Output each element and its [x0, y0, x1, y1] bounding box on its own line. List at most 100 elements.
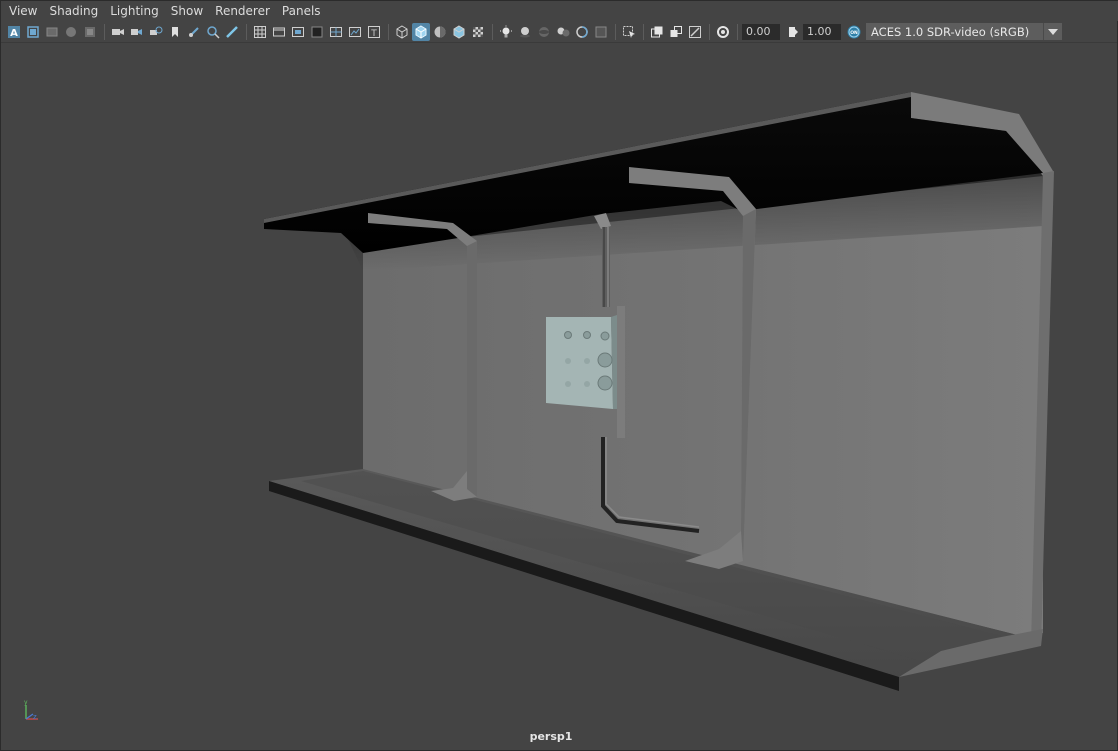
bookmark-button[interactable]	[166, 23, 184, 41]
xray-button[interactable]	[648, 23, 666, 41]
textured-icon	[471, 25, 485, 39]
panel-toolbar: A T 0.00 1.00 ON ACES 1.0 SDR-video (sRGB)	[1, 21, 1117, 43]
panel-menubar: View Shading Lighting Show Renderer Panels	[1, 1, 1118, 21]
safe-title-icon: T	[367, 25, 381, 39]
image-plane-button[interactable]	[62, 23, 80, 41]
film-gate-icon	[272, 25, 286, 39]
backface-culling-button[interactable]	[686, 23, 704, 41]
viewport-scene[interactable]	[1, 44, 1117, 750]
gate-mask-icon	[310, 25, 324, 39]
shadows-button[interactable]	[516, 23, 534, 41]
menu-view[interactable]: View	[3, 1, 43, 21]
xray-joints-button[interactable]	[667, 23, 685, 41]
bookmarks-button[interactable]	[43, 23, 61, 41]
svg-text:T: T	[370, 29, 377, 39]
color-management-label: ON	[850, 30, 858, 36]
gamma-icon	[786, 25, 800, 39]
menu-lighting[interactable]: Lighting	[104, 1, 165, 21]
2d-pan-zoom-button[interactable]	[81, 23, 99, 41]
resolution-gate-button[interactable]	[289, 23, 307, 41]
xray-joints-icon	[669, 25, 683, 39]
resolution-gate-icon	[291, 25, 305, 39]
toolbar-separator	[643, 23, 644, 40]
anti-aliasing-button[interactable]	[573, 23, 591, 41]
use-lights-icon	[499, 25, 513, 39]
motion-blur-button[interactable]	[554, 23, 572, 41]
depth-of-field-button[interactable]	[592, 23, 610, 41]
2d-pan-zoom-icon	[83, 25, 97, 39]
camera-button[interactable]	[109, 23, 127, 41]
grease-pencil-button[interactable]	[185, 23, 203, 41]
wireframe-on-shaded-icon	[452, 24, 466, 39]
select-camera-button[interactable]: A	[5, 23, 23, 41]
use-lights-button[interactable]	[497, 23, 515, 41]
field-chart-icon	[329, 25, 343, 39]
safe-action-icon	[348, 25, 362, 39]
toolbar-separator	[104, 23, 105, 40]
exposure-icon	[716, 25, 730, 39]
smooth-shade-icon	[414, 24, 428, 39]
depth-of-field-icon	[594, 25, 608, 39]
camera-rotate-button[interactable]	[147, 23, 165, 41]
corridor-model[interactable]	[264, 92, 1054, 691]
toolbar-separator	[246, 23, 247, 40]
color-management-on-icon: ON	[847, 25, 861, 39]
viewport-panel[interactable]: View Shading Lighting Show Renderer Panels A T…	[0, 0, 1118, 751]
select-camera-icon: A	[7, 25, 21, 39]
chevron-down-icon	[1043, 23, 1062, 40]
gamma-button[interactable]	[784, 23, 802, 41]
gamma-field[interactable]: 1.00	[803, 23, 841, 40]
view-transform-select[interactable]: ACES 1.0 SDR-video (sRGB)	[866, 23, 1062, 40]
anti-aliasing-icon	[575, 25, 589, 39]
safe-title-button[interactable]: T	[365, 23, 383, 41]
toolbar-separator	[492, 23, 493, 40]
axis-z-label: z	[33, 713, 37, 721]
camera-icon	[111, 25, 125, 39]
grid-button[interactable]	[251, 23, 269, 41]
view-axis-gizmo: y z	[24, 699, 38, 721]
camera-name-label: persp1	[529, 730, 573, 743]
axis-y-label: y	[24, 699, 28, 706]
safe-action-button[interactable]	[346, 23, 364, 41]
brush-icon	[225, 25, 239, 39]
wireframe-on-shaded-button[interactable]	[450, 23, 468, 41]
brush-button[interactable]	[223, 23, 241, 41]
screen-space-ao-button[interactable]	[535, 23, 553, 41]
motion-blur-icon	[556, 25, 570, 39]
bookmark-icon	[168, 25, 182, 39]
wireframe-button[interactable]	[393, 23, 411, 41]
camera-gate-button[interactable]	[128, 23, 146, 41]
xray-icon	[650, 25, 664, 39]
smooth-shade-button[interactable]	[412, 22, 430, 41]
menu-show[interactable]: Show	[165, 1, 209, 21]
field-chart-button[interactable]	[327, 23, 345, 41]
pan-zoom-icon	[206, 25, 220, 39]
screen-space-ao-icon	[537, 25, 551, 39]
toolbar-separator	[737, 23, 738, 40]
default-material-button[interactable]	[431, 23, 449, 41]
toolbar-separator	[388, 23, 389, 40]
menu-panels[interactable]: Panels	[276, 1, 327, 21]
svg-text:A: A	[10, 28, 18, 39]
gate-mask-button[interactable]	[308, 23, 326, 41]
default-material-icon	[433, 25, 447, 39]
color-management-toggle[interactable]: ON	[845, 23, 863, 41]
isolate-select-icon	[622, 25, 636, 39]
toolbar-separator	[709, 23, 710, 40]
bookmarks-icon	[45, 25, 59, 39]
menu-shading[interactable]: Shading	[43, 1, 104, 21]
camera-attributes-icon	[26, 25, 40, 39]
isolate-select-button[interactable]	[620, 23, 638, 41]
image-plane-icon	[64, 25, 78, 39]
rib-1-inner	[467, 241, 477, 497]
camera-attributes-button[interactable]	[24, 23, 42, 41]
grid-icon	[253, 25, 267, 39]
exposure-field[interactable]: 0.00	[742, 23, 780, 40]
pan-zoom-button[interactable]	[204, 23, 222, 41]
menu-renderer[interactable]: Renderer	[209, 1, 276, 21]
exposure-button[interactable]	[714, 23, 732, 41]
camera-gate-icon	[130, 25, 144, 39]
film-gate-button[interactable]	[270, 23, 288, 41]
view-transform-label: ACES 1.0 SDR-video (sRGB)	[871, 24, 1030, 39]
textured-button[interactable]	[469, 23, 487, 41]
